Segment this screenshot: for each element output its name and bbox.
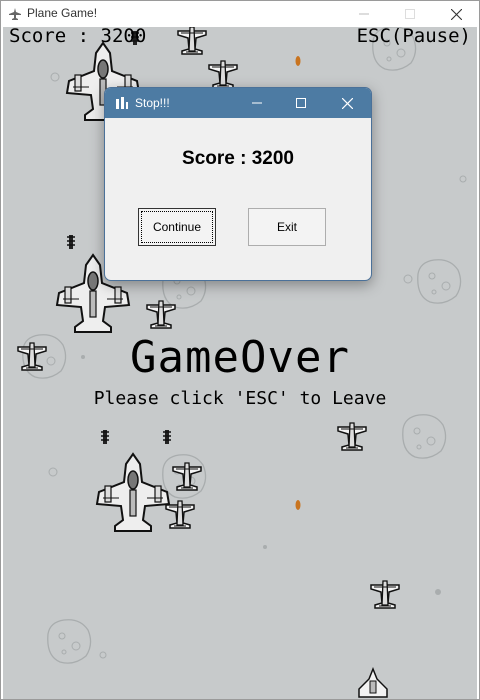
dialog-score: Score : 3200 (182, 148, 294, 169)
continue-button[interactable]: Continue (138, 208, 216, 246)
dialog-close-button[interactable] (325, 88, 369, 118)
maximize-button[interactable] (387, 1, 433, 27)
dialog-title: Stop!!! (135, 96, 170, 110)
player-ship (358, 667, 388, 698)
window-title: Plane Game! (27, 6, 98, 20)
enemy-plane-large (96, 429, 172, 532)
maximize-icon (296, 98, 306, 108)
plane-app-icon (9, 8, 21, 20)
maximize-icon (405, 9, 415, 19)
minimize-icon (252, 102, 262, 104)
dialog-app-icon (116, 97, 128, 109)
game-over-message: Please click 'ESC' to Leave (93, 388, 387, 409)
dialog-minimize-button[interactable] (235, 88, 279, 118)
hud-score: Score : 3200 (9, 27, 147, 47)
game-over-title: GameOver (130, 332, 350, 383)
dialog-maximize-button[interactable] (279, 88, 323, 118)
enemy-plane-small (177, 27, 207, 55)
hud-pause-hint: ESC(Pause) (356, 27, 471, 47)
pause-dialog: Stop!!! Score : 3200 Continue Exit (104, 87, 372, 281)
window-titlebar[interactable]: Plane Game! (1, 1, 479, 27)
enemy-bullet (295, 56, 301, 66)
close-button[interactable] (433, 1, 479, 27)
minimize-button[interactable] (341, 1, 387, 27)
enemy-bullet (295, 500, 301, 510)
enemy-plane-small (370, 580, 400, 609)
dialog-titlebar[interactable]: Stop!!! (105, 88, 371, 118)
close-icon (341, 97, 353, 109)
minimize-icon (359, 13, 369, 15)
close-icon (450, 8, 462, 20)
exit-button[interactable]: Exit (248, 208, 326, 246)
enemy-plane-small (337, 422, 367, 451)
